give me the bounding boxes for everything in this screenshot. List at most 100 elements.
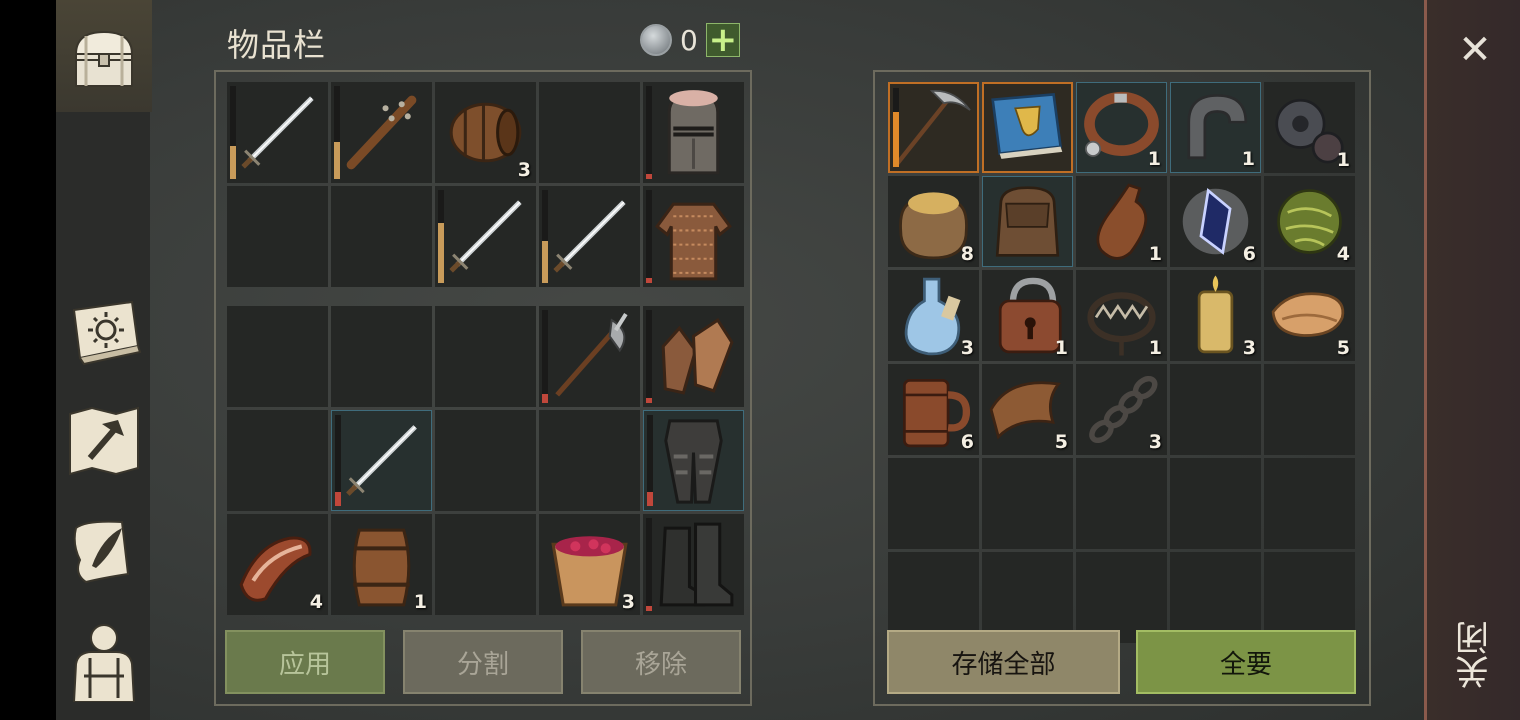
storage-slot[interactable] bbox=[888, 458, 979, 549]
equipment-slot[interactable] bbox=[331, 82, 432, 183]
storage-grid: 1 1 1 8 1 6 4 3 1 1 3 5 6 5 3 bbox=[888, 82, 1355, 643]
take-all-button[interactable]: 全要 bbox=[1136, 630, 1356, 694]
storage-slot[interactable]: 1 bbox=[1264, 82, 1355, 173]
chest-icon[interactable] bbox=[62, 14, 146, 98]
item-count: 1 bbox=[1241, 148, 1255, 170]
backpack-slot[interactable]: 4 bbox=[227, 514, 328, 615]
storage-slot[interactable]: 3 bbox=[1076, 364, 1167, 455]
storage-slot[interactable]: 1 bbox=[982, 270, 1073, 361]
item-count: 1 bbox=[1148, 243, 1162, 265]
storage-slot[interactable] bbox=[982, 176, 1073, 267]
item-count: 4 bbox=[309, 591, 323, 613]
quill-scroll-icon[interactable] bbox=[62, 508, 146, 592]
backpack-slot[interactable] bbox=[227, 306, 328, 407]
item-count: 3 bbox=[960, 337, 974, 359]
backpack-slot[interactable] bbox=[539, 410, 640, 511]
backpack-slot[interactable] bbox=[643, 514, 744, 615]
durability-fill bbox=[646, 278, 652, 283]
item-count: 5 bbox=[1336, 337, 1350, 359]
storage-slot[interactable] bbox=[1170, 458, 1261, 549]
backpack-slot[interactable]: 3 bbox=[539, 514, 640, 615]
add-currency-button[interactable]: + bbox=[705, 23, 740, 57]
store-all-button[interactable]: 存储全部 bbox=[887, 630, 1120, 694]
close-icon[interactable]: ✕ bbox=[1455, 30, 1495, 70]
equipment-slot[interactable] bbox=[227, 186, 328, 287]
storage-slot[interactable] bbox=[1264, 364, 1355, 455]
backpack-slot[interactable]: 1 bbox=[331, 514, 432, 615]
storage-slot[interactable] bbox=[1264, 458, 1355, 549]
storage-slot[interactable]: 6 bbox=[1170, 176, 1261, 267]
split-button[interactable]: 分割 bbox=[403, 630, 563, 694]
item-count: 6 bbox=[960, 431, 974, 453]
sword-icon bbox=[553, 200, 626, 273]
equipment-slot[interactable]: 3 bbox=[435, 82, 536, 183]
durability-bar bbox=[646, 86, 652, 179]
item-count: 5 bbox=[1054, 431, 1068, 453]
backpack-grid: 4 1 3 bbox=[227, 306, 744, 615]
storage-slot[interactable] bbox=[888, 82, 979, 173]
backpack-slot[interactable] bbox=[331, 410, 432, 511]
storage-slot[interactable]: 3 bbox=[888, 270, 979, 361]
crafting-map-icon[interactable] bbox=[62, 398, 146, 482]
equipment-slot[interactable] bbox=[331, 186, 432, 287]
sword-icon bbox=[346, 425, 417, 496]
backpack-slot[interactable] bbox=[643, 306, 744, 407]
durability-bar bbox=[893, 88, 899, 167]
remove-button[interactable]: 移除 bbox=[581, 630, 741, 694]
storage-slot[interactable]: 1 bbox=[1076, 82, 1167, 173]
durability-fill bbox=[542, 393, 548, 403]
backpack-slot[interactable] bbox=[435, 514, 536, 615]
leather-backpack-icon bbox=[995, 186, 1060, 257]
item-count: 8 bbox=[960, 243, 974, 265]
durability-bar bbox=[335, 415, 341, 506]
backpack-slot[interactable] bbox=[435, 306, 536, 407]
equipment-slot[interactable] bbox=[227, 82, 328, 183]
knight-helmet-icon bbox=[667, 90, 720, 175]
equipment-slot[interactable] bbox=[643, 82, 744, 183]
armored-pants-icon bbox=[664, 419, 723, 504]
backpack-slot[interactable] bbox=[227, 410, 328, 511]
chainmail-gloves-icon bbox=[661, 318, 734, 395]
durability-bar bbox=[542, 190, 548, 283]
storage-slot[interactable]: 5 bbox=[982, 364, 1073, 455]
durability-bar bbox=[230, 86, 236, 179]
equipment-slot[interactable] bbox=[643, 186, 744, 287]
equipment-slot[interactable] bbox=[539, 82, 640, 183]
close-panel[interactable]: ✕ 关闭 bbox=[1424, 0, 1520, 720]
durability-bar bbox=[647, 415, 653, 506]
item-count: 4 bbox=[1336, 243, 1350, 265]
storage-slot[interactable]: 8 bbox=[888, 176, 979, 267]
item-count: 1 bbox=[1336, 149, 1350, 171]
backpack-slot[interactable] bbox=[435, 410, 536, 511]
storage-slot[interactable]: 3 bbox=[1170, 270, 1261, 361]
sun-book-icon[interactable] bbox=[62, 288, 146, 372]
equipment-slot[interactable] bbox=[435, 186, 536, 287]
item-count: 3 bbox=[517, 159, 531, 181]
storage-slot[interactable]: 1 bbox=[1170, 82, 1261, 173]
durability-fill bbox=[438, 222, 444, 283]
apply-button[interactable]: 应用 bbox=[225, 630, 385, 694]
storage-slot[interactable] bbox=[982, 458, 1073, 549]
backpack-slot[interactable] bbox=[643, 410, 744, 511]
storage-slot[interactable]: 5 bbox=[1264, 270, 1355, 361]
storage-slot[interactable] bbox=[1076, 458, 1167, 549]
backpack-slot[interactable] bbox=[331, 306, 432, 407]
storage-slot[interactable]: 1 bbox=[1076, 270, 1167, 361]
storage-slot[interactable]: 6 bbox=[888, 364, 979, 455]
storage-slot[interactable] bbox=[1170, 364, 1261, 455]
backpack-slot[interactable] bbox=[539, 306, 640, 407]
character-armor-icon[interactable] bbox=[62, 618, 146, 703]
storage-slot[interactable]: 4 bbox=[1264, 176, 1355, 267]
storage-slot[interactable]: 1 bbox=[1076, 176, 1167, 267]
durability-fill bbox=[334, 141, 340, 179]
pickaxe-icon bbox=[895, 90, 971, 166]
item-count: 1 bbox=[1148, 337, 1162, 359]
durability-fill bbox=[335, 492, 341, 506]
equipment-slot[interactable] bbox=[539, 186, 640, 287]
durability-bar bbox=[646, 310, 652, 403]
storage-slot[interactable] bbox=[982, 82, 1073, 173]
left-tab-rail bbox=[56, 0, 152, 720]
inventory-title: 物品栏 bbox=[227, 26, 327, 64]
durability-fill bbox=[646, 398, 652, 403]
close-label[interactable]: 关闭 bbox=[1451, 610, 1499, 700]
